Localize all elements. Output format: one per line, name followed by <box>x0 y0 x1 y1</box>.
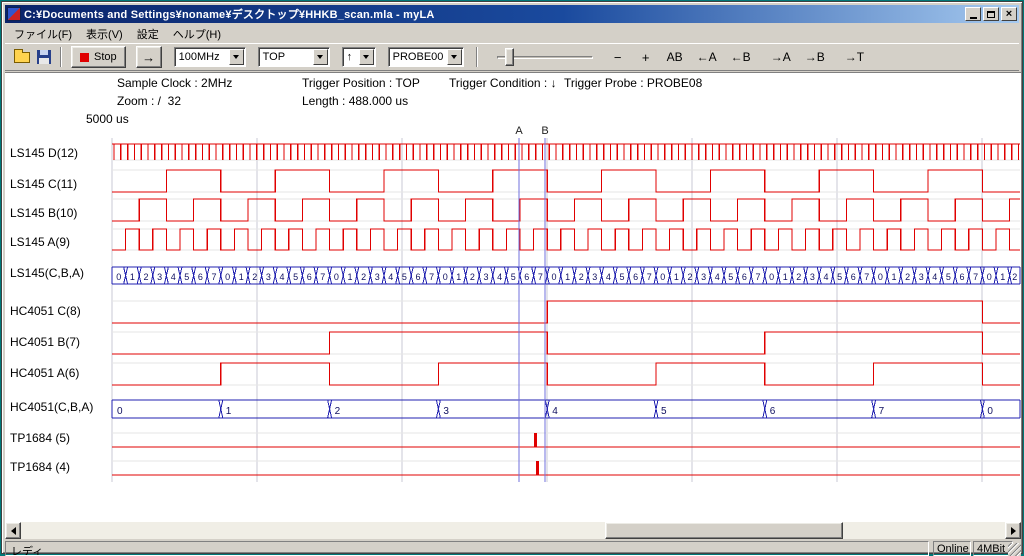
run-arrow-icon: → <box>142 50 155 65</box>
trigger-position-value: TOP <box>259 51 313 63</box>
stop-button-label: Stop <box>94 51 117 63</box>
goto-a-back-button[interactable]: ←A <box>693 46 721 68</box>
close-icon: × <box>1006 9 1012 19</box>
save-button[interactable] <box>33 46 55 68</box>
open-button[interactable] <box>11 46 33 68</box>
maximize-icon <box>987 11 995 18</box>
stop-button[interactable]: Stop <box>71 46 126 68</box>
scroll-right-icon <box>1011 527 1016 535</box>
chevron-down-icon[interactable] <box>313 49 328 65</box>
resize-grip[interactable] <box>1008 543 1021 556</box>
trigger-edge-combo[interactable]: ↑ <box>342 47 376 67</box>
channel-label: TP1684 (5) <box>10 431 110 447</box>
trigger-probe-value: PROBE00 <box>389 51 447 63</box>
horizontal-scrollbar[interactable] <box>5 522 1021 539</box>
scroll-left-button[interactable] <box>5 522 21 539</box>
status-online: Online <box>933 541 971 556</box>
channel-label: TP1684 (4) <box>10 460 110 476</box>
timebase-label: 5000 us <box>86 112 129 126</box>
cursor-ab-button[interactable]: AB <box>663 46 687 68</box>
title-bar[interactable]: C:¥Documents and Settings¥noname¥デスクトップ¥… <box>5 5 1019 23</box>
status-memory: 4MBit <box>973 541 1013 556</box>
scroll-left-icon <box>11 527 16 535</box>
menu-item-view[interactable]: 表示(V) <box>79 24 130 44</box>
window-title: C:¥Documents and Settings¥noname¥デスクトップ¥… <box>24 6 965 22</box>
open-file-icon <box>14 52 30 63</box>
channel-label: HC4051 B(7) <box>10 335 110 351</box>
toolbar: Stop → 100MHz TOP ↑ PROBE00 − + AB ←A ←B… <box>5 43 1019 71</box>
run-button[interactable]: → <box>136 46 162 68</box>
sample-clock-info: Sample Clock : 2MHz <box>117 76 232 90</box>
trigger-probe-info: Trigger Probe : PROBE08 <box>564 76 702 90</box>
scroll-right-button[interactable] <box>1005 522 1021 539</box>
channel-label: LS145 C(11) <box>10 177 110 193</box>
trigger-probe-combo[interactable]: PROBE00 <box>388 47 464 67</box>
toolbar-separator <box>476 47 478 67</box>
sample-clock-value: 100MHz <box>175 51 229 63</box>
save-icon <box>37 50 51 64</box>
minimize-button[interactable] <box>965 7 981 21</box>
goto-a-forward-button[interactable]: →A <box>767 46 795 68</box>
channel-label: LS145 B(10) <box>10 206 110 222</box>
menu-item-help[interactable]: ヘルプ(H) <box>166 24 228 44</box>
toolbar-separator <box>60 47 62 67</box>
menu-item-settings[interactable]: 設定 <box>130 24 166 44</box>
channel-label: HC4051 A(6) <box>10 366 110 382</box>
goto-b-forward-button[interactable]: →B <box>801 46 829 68</box>
menu-item-file[interactable]: ファイル(F) <box>7 24 79 44</box>
goto-b-back-button[interactable]: ←B <box>727 46 755 68</box>
waveform-pane[interactable] <box>5 72 1021 522</box>
maximize-button[interactable] <box>983 7 999 21</box>
chevron-down-icon[interactable] <box>229 49 244 65</box>
trigger-position-info: Trigger Position : TOP <box>302 76 420 90</box>
length-info: Length : 488.000 us <box>302 94 408 108</box>
channel-label: LS145(C,B,A) <box>10 266 110 282</box>
trigger-edge-value: ↑ <box>343 51 359 63</box>
trigger-condition-info: Trigger Condition : ↓ <box>449 76 557 90</box>
sample-clock-combo[interactable]: 100MHz <box>174 47 246 67</box>
status-bar: レディ Online 4MBit <box>5 541 1021 556</box>
chevron-down-icon[interactable] <box>359 49 374 65</box>
minimize-icon <box>970 17 977 19</box>
zoom-info: Zoom : / 32 <box>117 94 181 108</box>
goto-trigger-button[interactable]: →T <box>841 46 868 68</box>
stop-icon <box>80 53 89 62</box>
zoom-in-button[interactable]: + <box>635 46 657 68</box>
close-button[interactable]: × <box>1001 7 1017 21</box>
channel-label: HC4051 C(8) <box>10 304 110 320</box>
chevron-down-icon[interactable] <box>447 49 462 65</box>
channel-label: HC4051(C,B,A) <box>10 400 110 416</box>
zoom-slider-thumb[interactable] <box>505 48 514 66</box>
app-icon <box>7 7 21 21</box>
channel-label: LS145 A(9) <box>10 235 110 251</box>
menu-bar: ファイル(F) 表示(V) 設定 ヘルプ(H) <box>5 24 1019 43</box>
zoom-out-button[interactable]: − <box>607 46 629 68</box>
app-window: C:¥Documents and Settings¥noname¥デスクトップ¥… <box>1 1 1023 554</box>
channel-label: LS145 D(12) <box>10 146 110 162</box>
zoom-slider[interactable] <box>497 46 593 68</box>
scrollbar-thumb[interactable] <box>605 522 843 539</box>
trigger-position-combo[interactable]: TOP <box>258 47 330 67</box>
status-ready: レディ <box>5 541 929 556</box>
